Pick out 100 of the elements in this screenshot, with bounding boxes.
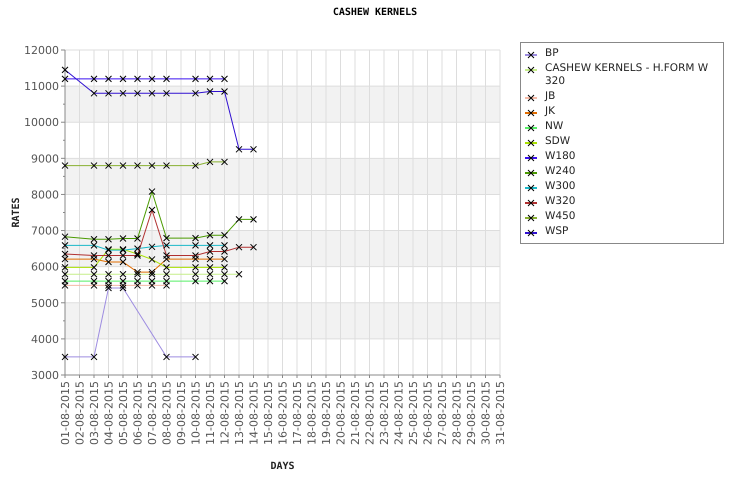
point-marker — [120, 75, 126, 82]
x-tick-label: 13-08-2015 — [233, 381, 246, 445]
point-marker — [62, 75, 68, 82]
point-marker — [134, 235, 141, 242]
legend-swatch-icon — [525, 214, 537, 222]
legend-swatch-icon — [525, 51, 537, 59]
x-tick-label: 02-08-2015 — [74, 381, 86, 445]
point-marker — [134, 75, 141, 82]
point-marker — [148, 256, 156, 263]
x-tick-label: 09-08-2015 — [175, 381, 188, 445]
point-marker — [90, 90, 98, 97]
x-tick-label: 10-08-2015 — [190, 381, 202, 445]
point-marker — [148, 188, 156, 196]
legend-label: W240 — [545, 165, 576, 178]
point-marker — [148, 206, 156, 214]
x-tick-label: 24-08-2015 — [392, 381, 406, 445]
point-marker — [120, 235, 126, 242]
y-tick-label: 4000 — [31, 332, 59, 346]
y-tick-label: 6000 — [31, 260, 59, 274]
x-tick-label: 18-08-2015 — [306, 381, 318, 445]
x-tick-label: 19-08-2015 — [320, 381, 333, 445]
x-tick-label: 21-08-2015 — [349, 381, 362, 445]
point-marker — [163, 353, 170, 360]
x-tick-label: 08-08-2015 — [160, 381, 174, 445]
point-marker — [236, 146, 242, 153]
point-marker — [206, 75, 214, 82]
y-axis-title: RATES — [11, 197, 22, 228]
legend-swatch-icon — [525, 229, 537, 237]
y-tick-label: 7000 — [31, 224, 59, 238]
point-marker — [148, 162, 156, 170]
point-marker — [206, 88, 214, 96]
x-tick-label: 22-08-2015 — [364, 381, 376, 445]
point-marker — [236, 244, 242, 251]
legend-label: SDW — [545, 135, 570, 148]
legend-swatch-icon — [525, 109, 537, 117]
point-marker — [105, 75, 112, 82]
legend-swatch-icon — [525, 139, 537, 147]
legend-label: JK — [545, 105, 555, 118]
x-tick-label: 16-08-2015 — [276, 381, 290, 445]
point-marker — [221, 75, 228, 82]
legend-swatch-icon — [525, 124, 537, 132]
point-marker — [148, 90, 156, 97]
point-marker — [236, 270, 242, 278]
y-tick-label: 8000 — [31, 188, 59, 202]
legend-label: W320 — [545, 195, 576, 208]
x-tick-label: 27-08-2015 — [436, 381, 449, 445]
legend-swatch-icon — [525, 169, 537, 177]
x-tick-label: 04-08-2015 — [102, 381, 116, 445]
point-marker — [90, 162, 98, 170]
legend-label: W300 — [545, 180, 576, 193]
point-marker — [105, 90, 112, 97]
legend-label: W450 — [545, 210, 576, 223]
point-marker — [62, 66, 68, 74]
point-marker — [192, 75, 199, 82]
point-marker — [163, 75, 170, 82]
x-tick-label: 03-08-2015 — [88, 381, 101, 445]
point-marker — [148, 75, 156, 82]
point-marker — [221, 88, 228, 96]
point-marker — [134, 162, 141, 170]
legend-label: NW — [545, 120, 564, 133]
point-marker — [62, 162, 68, 170]
y-tick-label: 10000 — [24, 116, 59, 130]
point-marker — [90, 75, 98, 82]
point-marker — [90, 353, 98, 360]
y-tick-label: 11000 — [24, 80, 59, 94]
point-marker — [105, 162, 112, 170]
y-tick-label: 9000 — [31, 152, 59, 166]
x-axis-title: DAYS — [270, 461, 295, 472]
chart-title: CASHEW KERNELS — [332, 6, 418, 20]
point-marker — [206, 158, 214, 166]
point-marker — [62, 353, 68, 360]
point-marker — [221, 232, 228, 239]
point-marker — [120, 90, 126, 97]
x-tick-label: 29-08-2015 — [465, 381, 478, 445]
point-marker — [192, 90, 199, 97]
point-marker — [250, 216, 257, 223]
point-marker — [148, 243, 156, 250]
legend-swatch-icon — [525, 184, 537, 192]
y-tick-label: 12000 — [24, 44, 59, 57]
x-tick-label: 14-08-2015 — [248, 381, 260, 445]
point-marker — [250, 244, 257, 251]
point-marker — [236, 216, 242, 223]
legend-label: W180 — [545, 150, 576, 163]
legend-label: CASHEW KERNELS - H.FORM W 320 — [545, 62, 710, 88]
point-marker — [221, 158, 228, 166]
x-tick-label: 25-08-2015 — [407, 381, 420, 445]
legend-label: JB — [545, 90, 556, 103]
point-marker — [206, 232, 214, 239]
legend-swatch-icon — [525, 199, 537, 207]
point-marker — [250, 146, 257, 153]
legend-label: BP — [545, 47, 559, 60]
x-tick-label: 01-08-2015 — [59, 381, 72, 445]
y-tick-label: 5000 — [31, 296, 59, 310]
x-tick-label: 30-08-2015 — [480, 381, 492, 445]
x-tick-label: 05-08-2015 — [117, 381, 130, 445]
x-tick-label: 11-08-2015 — [204, 381, 217, 445]
point-marker — [134, 90, 141, 97]
legend-label: WSP — [545, 225, 568, 238]
x-tick-label: 15-08-2015 — [262, 381, 275, 445]
point-marker — [163, 90, 170, 97]
